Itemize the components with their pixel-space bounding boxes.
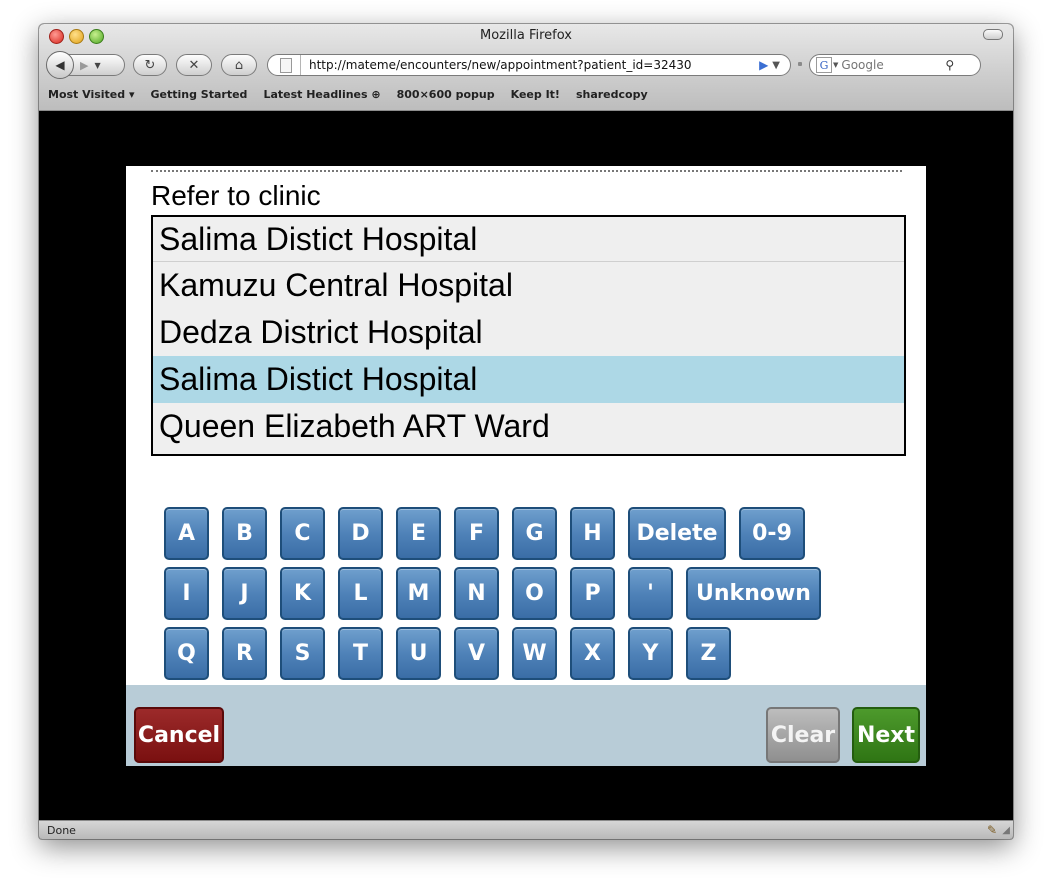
key-f[interactable]: F xyxy=(454,507,499,560)
numbers-key[interactable]: 0-9 xyxy=(739,507,805,560)
key-t[interactable]: T xyxy=(338,627,383,680)
history-dropdown-icon[interactable]: ▼ xyxy=(94,61,100,70)
list-item-option[interactable]: Dedza District Hospital xyxy=(153,309,904,356)
status-text: Done xyxy=(47,824,76,837)
clear-button[interactable]: Clear xyxy=(766,707,840,763)
address-bar[interactable]: http://mateme/encounters/new/appointment… xyxy=(267,54,791,76)
list-item-option[interactable]: Kamuzu Central Hospital xyxy=(153,262,904,309)
bookmark-most-visited[interactable]: Most Visited ▾ xyxy=(48,88,135,101)
google-icon[interactable]: G xyxy=(816,57,832,73)
clinic-options-list[interactable]: Salima Distict Hospital Kamuzu Central H… xyxy=(151,215,906,456)
home-button[interactable]: ⌂ xyxy=(221,54,257,76)
addon-icon[interactable]: ✎ xyxy=(987,823,997,837)
key-q[interactable]: Q xyxy=(164,627,209,680)
key-b[interactable]: B xyxy=(222,507,267,560)
key-u[interactable]: U xyxy=(396,627,441,680)
key-g[interactable]: G xyxy=(512,507,557,560)
key-h[interactable]: H xyxy=(570,507,615,560)
key-x[interactable]: X xyxy=(570,627,615,680)
key-z[interactable]: Z xyxy=(686,627,731,680)
bookmark-latest-headlines[interactable]: Latest Headlines ⊕ xyxy=(263,88,380,101)
action-footer: Cancel Clear Next xyxy=(126,685,926,766)
key-w[interactable]: W xyxy=(512,627,557,680)
search-box[interactable]: G ▼ ⚲ xyxy=(809,54,981,76)
touchscreen-panel: Refer to clinic Salima Distict Hospital … xyxy=(126,166,926,766)
window-title: Mozilla Firefox xyxy=(480,28,572,43)
reload-button[interactable]: ↻ xyxy=(133,54,167,76)
forward-icon[interactable]: ▶ xyxy=(80,59,88,72)
key-n[interactable]: N xyxy=(454,567,499,620)
key-o[interactable]: O xyxy=(512,567,557,620)
status-bar: Done ✎ ◢ xyxy=(39,820,1013,839)
toolbar-splitter[interactable] xyxy=(798,62,802,66)
resize-grip-icon[interactable]: ◢ xyxy=(1002,825,1010,836)
key-l[interactable]: L xyxy=(338,567,383,620)
delete-key[interactable]: Delete xyxy=(628,507,726,560)
list-item-option[interactable]: Queen Elizabeth ART Ward xyxy=(153,403,904,450)
question-label: Refer to clinic xyxy=(151,180,321,211)
key-i[interactable]: I xyxy=(164,567,209,620)
key-a[interactable]: A xyxy=(164,507,209,560)
bookmark-getting-started[interactable]: Getting Started xyxy=(151,88,248,101)
key-j[interactable]: J xyxy=(222,567,267,620)
bookmark-800x600-popup[interactable]: 800×600 popup xyxy=(397,88,495,101)
address-divider xyxy=(300,55,301,75)
back-forward-group: ◀ ▶ ▼ xyxy=(46,51,125,79)
magnifier-icon[interactable]: ⚲ xyxy=(945,58,954,72)
cancel-button[interactable]: Cancel xyxy=(134,707,224,763)
stop-icon: ✕ xyxy=(188,57,200,73)
search-engine-dropdown-icon[interactable]: ▼ xyxy=(833,61,838,69)
bookmarks-toolbar: Most Visited ▾ Getting Started Latest He… xyxy=(48,88,648,101)
progress-divider xyxy=(151,170,902,172)
key-c[interactable]: C xyxy=(280,507,325,560)
url-dropdown-icon[interactable]: ▼ xyxy=(772,60,780,71)
key-apostrophe[interactable]: ' xyxy=(628,567,673,620)
go-arrow-icon[interactable]: ▶ xyxy=(759,58,768,72)
reload-icon: ↻ xyxy=(144,57,156,73)
bookmark-keep-it[interactable]: Keep It! xyxy=(511,88,560,101)
url-text[interactable]: http://mateme/encounters/new/appointment… xyxy=(309,58,759,72)
home-icon: ⌂ xyxy=(234,57,244,73)
key-m[interactable]: M xyxy=(396,567,441,620)
search-input[interactable] xyxy=(841,58,942,72)
list-item-current-value[interactable]: Salima Distict Hospital xyxy=(153,217,904,262)
key-s[interactable]: S xyxy=(280,627,325,680)
page-icon xyxy=(280,57,292,73)
key-k[interactable]: K xyxy=(280,567,325,620)
key-p[interactable]: P xyxy=(570,567,615,620)
key-v[interactable]: V xyxy=(454,627,499,680)
key-r[interactable]: R xyxy=(222,627,267,680)
toolbar-toggle-button[interactable] xyxy=(983,29,1003,40)
back-icon[interactable]: ◀ xyxy=(46,51,74,79)
list-item-option-selected[interactable]: Salima Distict Hospital xyxy=(153,356,904,403)
next-button[interactable]: Next xyxy=(852,707,920,763)
browser-chrome: Mozilla Firefox ◀ ▶ ▼ ↻ ✕ ⌂ http://matem… xyxy=(39,24,1013,111)
bookmark-sharedcopy[interactable]: sharedcopy xyxy=(576,88,648,101)
stop-button[interactable]: ✕ xyxy=(176,54,212,76)
page-viewport: Refer to clinic Salima Distict Hospital … xyxy=(39,111,1013,820)
key-d[interactable]: D xyxy=(338,507,383,560)
browser-window: Mozilla Firefox ◀ ▶ ▼ ↻ ✕ ⌂ http://matem… xyxy=(39,24,1013,839)
key-y[interactable]: Y xyxy=(628,627,673,680)
key-e[interactable]: E xyxy=(396,507,441,560)
unknown-key[interactable]: Unknown xyxy=(686,567,821,620)
